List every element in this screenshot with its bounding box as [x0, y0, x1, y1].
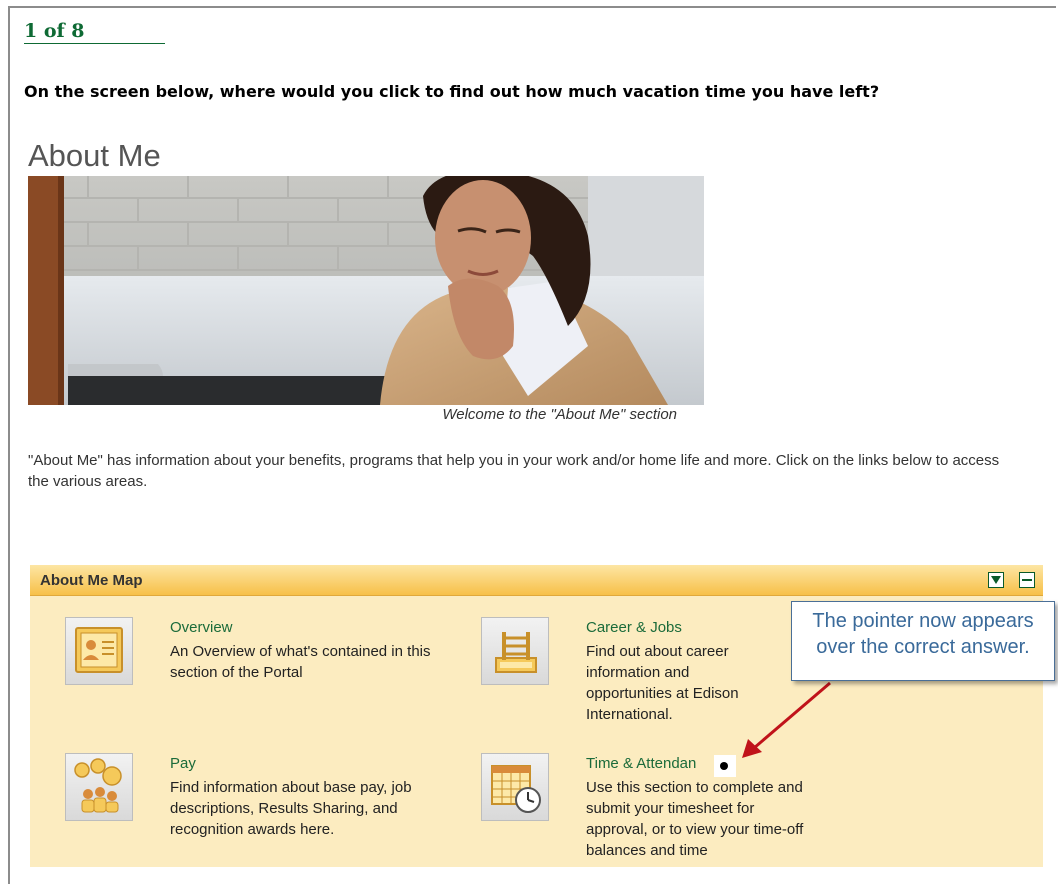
callout-arrow — [742, 681, 831, 758]
callout-text: The pointer now appears over the correct… — [812, 610, 1034, 658]
callout-box: The pointer now appears over the correct… — [791, 601, 1055, 681]
